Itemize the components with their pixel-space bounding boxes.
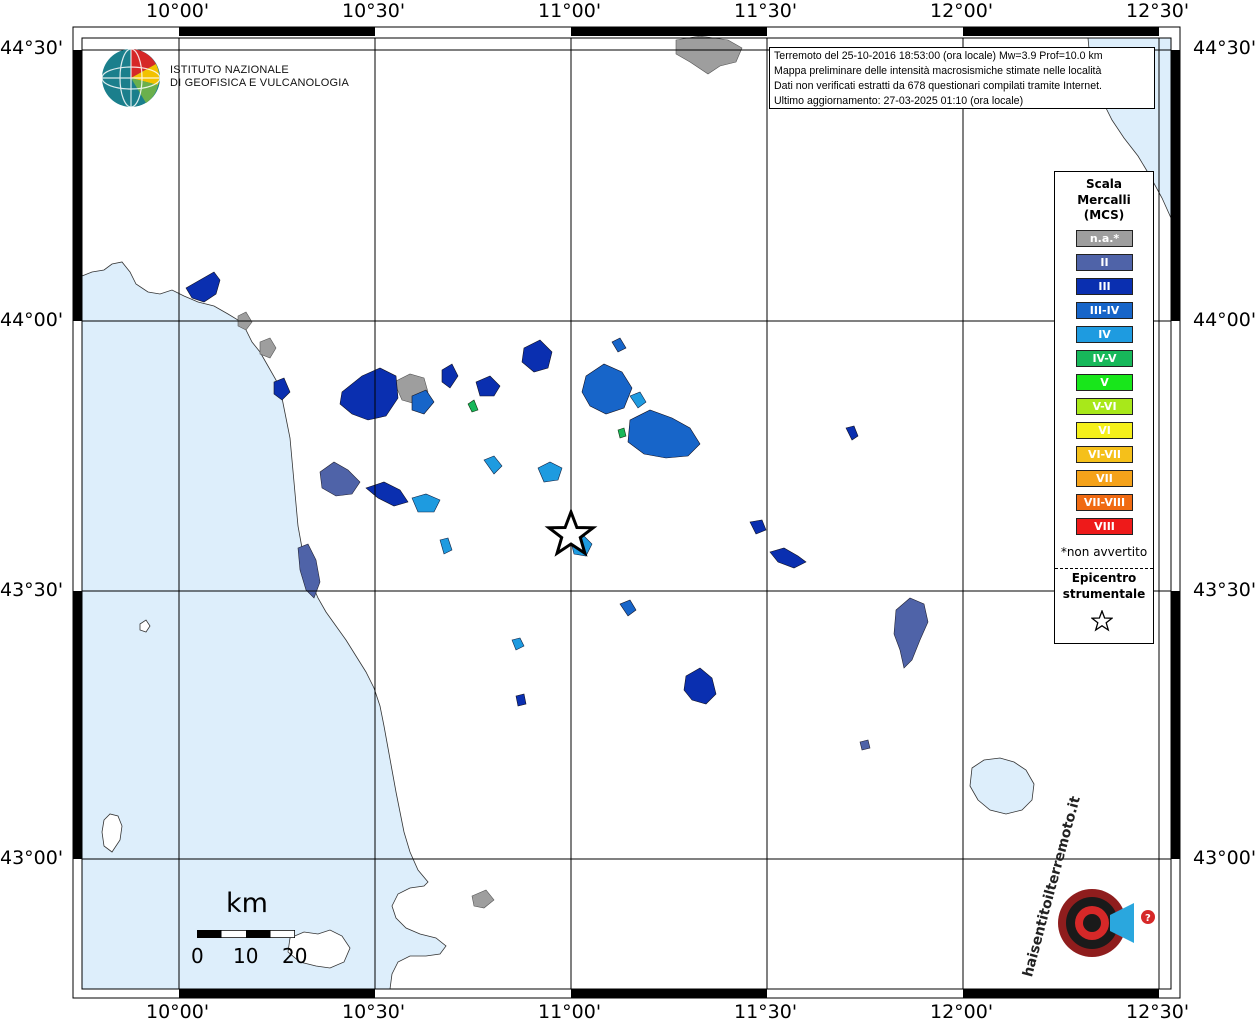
legend-title: Scala Mercalli (MCS)	[1055, 177, 1153, 224]
legend-epicenter-line: Epicentro	[1071, 571, 1137, 585]
legend-item: II	[1076, 254, 1133, 271]
institute-name: ISTITUTO NAZIONALE DI GEOFISICA E VULCAN…	[170, 64, 349, 90]
legend-item: VIII	[1076, 518, 1133, 535]
legend-item: n.a.*	[1076, 230, 1133, 247]
ingv-logo-icon	[101, 48, 161, 108]
legend-item: VI	[1076, 422, 1133, 439]
scale-tick: 10	[233, 944, 259, 968]
institute-line1: ISTITUTO NAZIONALE	[170, 64, 289, 76]
scale-tick: 0	[191, 944, 204, 968]
tick-left: 43°00'	[0, 847, 64, 869]
tick-bottom: 10°30'	[342, 1001, 406, 1023]
legend-item: III	[1076, 278, 1133, 295]
tick-right: 43°30'	[1193, 579, 1256, 601]
scale-bar	[197, 930, 295, 938]
legend-item: IV-V	[1076, 350, 1133, 367]
tick-top: 12°00'	[930, 0, 994, 22]
legend-item: III-IV	[1076, 302, 1133, 319]
tick-top: 12°30'	[1126, 0, 1190, 22]
event-info-box: Terremoto del 25-10-2016 18:53:00 (ora l…	[769, 47, 1155, 109]
tick-right: 44°30'	[1193, 37, 1256, 59]
legend-item: IV	[1076, 326, 1133, 343]
scale-tick: 20	[282, 944, 308, 968]
tick-bottom: 12°30'	[1126, 1001, 1190, 1023]
tick-top: 10°30'	[342, 0, 406, 22]
event-info-line: Mappa preliminare delle intensità macros…	[774, 65, 1102, 77]
legend-item: V-VI	[1076, 398, 1133, 415]
tick-bottom: 11°00'	[538, 1001, 602, 1023]
legend-item: VII-VIII	[1076, 494, 1133, 511]
legend-divider	[1055, 568, 1153, 569]
legend-item: V	[1076, 374, 1133, 391]
tick-right: 43°00'	[1193, 847, 1256, 869]
legend-title-line: Mercalli	[1077, 192, 1131, 207]
tick-left: 44°00'	[0, 309, 64, 331]
tick-bottom: 11°30'	[734, 1001, 798, 1023]
tick-top: 11°30'	[734, 0, 798, 22]
legend-items: n.a.* II III III-IV IV IV-V V V-VI VI VI-VII VII VI…	[1076, 230, 1133, 542]
institute-line2: DI GEOFISICA E VULCANOLOGIA	[170, 77, 349, 89]
tick-bottom: 12°00'	[930, 1001, 994, 1023]
intensity-legend: Scala Mercalli (MCS) n.a.* II III III-IV IV I…	[1054, 171, 1154, 644]
event-info-line: Ultimo aggiornamento: 27-03-2025 01:10 (…	[774, 95, 1024, 107]
tick-top: 10°00'	[146, 0, 210, 22]
legend-epicenter-line: strumentale	[1062, 587, 1146, 601]
legend-title-line: Scala	[1085, 177, 1123, 191]
legend-item: VI-VII	[1076, 446, 1133, 463]
scale-unit: km	[226, 888, 268, 919]
legend-item: VII	[1076, 470, 1133, 487]
tick-left: 44°30'	[0, 37, 64, 59]
legend-epicenter-label: Epicentro strumentale	[1055, 570, 1153, 602]
event-info-line: Dati non verificati estratti da 678 ques…	[774, 80, 1102, 92]
tick-left: 43°30'	[0, 579, 64, 601]
event-info-line: Terremoto del 25-10-2016 18:53:00 (ora l…	[774, 50, 1103, 62]
tick-top: 11°00'	[538, 0, 602, 22]
legend-note: *non avvertito	[1060, 545, 1148, 559]
star-icon	[1091, 610, 1113, 632]
svg-text:?: ?	[1145, 913, 1151, 924]
legend-title-line: (MCS)	[1083, 208, 1125, 222]
tick-right: 44°00'	[1193, 309, 1256, 331]
tick-bottom: 10°00'	[146, 1001, 210, 1023]
